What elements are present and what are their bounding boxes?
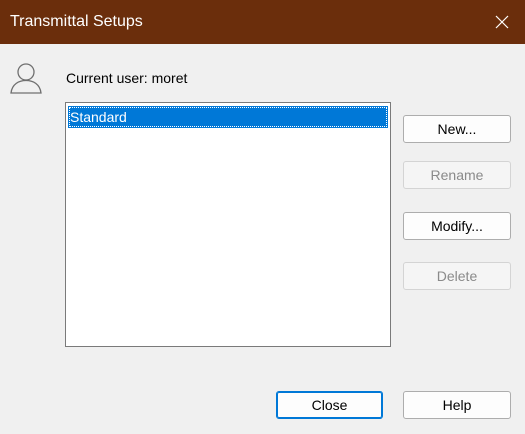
close-button[interactable]: Close: [276, 391, 383, 419]
transmittal-setups-dialog: Transmittal Setups Current user: moret S…: [0, 0, 525, 434]
delete-button[interactable]: Delete: [403, 262, 511, 290]
modify-button[interactable]: Modify...: [403, 212, 511, 240]
close-icon: [495, 15, 509, 29]
new-button[interactable]: New...: [403, 115, 511, 143]
window-title: Transmittal Setups: [10, 13, 143, 30]
list-item-standard[interactable]: Standard: [68, 106, 388, 128]
setups-list[interactable]: Standard: [65, 102, 391, 347]
rename-button[interactable]: Rename: [403, 161, 511, 189]
user-icon: [10, 63, 42, 94]
help-button[interactable]: Help: [403, 391, 511, 419]
title-bar[interactable]: Transmittal Setups: [0, 0, 525, 44]
current-user-label: Current user: moret: [66, 70, 188, 86]
close-window-button[interactable]: [479, 0, 525, 44]
